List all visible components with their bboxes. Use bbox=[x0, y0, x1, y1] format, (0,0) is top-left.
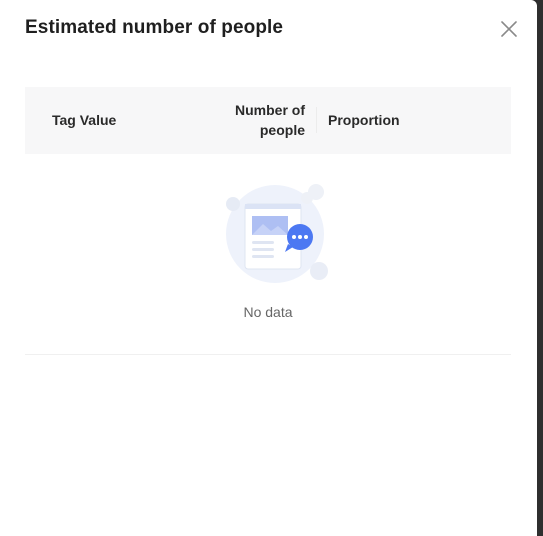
dialog-title: Estimated number of people bbox=[25, 17, 284, 38]
empty-state-text: No data bbox=[243, 304, 293, 320]
column-header-number-of-people: Number of people bbox=[235, 102, 305, 138]
estimate-dialog: Estimated number of people Tag Value Num… bbox=[0, 0, 537, 536]
table-header: Tag Value Number of people Proportion bbox=[25, 87, 511, 154]
close-icon[interactable] bbox=[498, 18, 520, 40]
people-table: Tag Value Number of people Proportion No… bbox=[25, 87, 511, 355]
empty-document-chat-icon bbox=[221, 184, 331, 284]
window-edge bbox=[537, 0, 543, 536]
column-header-tag-value: Tag Value bbox=[52, 112, 117, 128]
column-header-proportion: Proportion bbox=[328, 112, 400, 128]
table-body: No data bbox=[25, 154, 511, 355]
column-divider bbox=[316, 107, 317, 133]
